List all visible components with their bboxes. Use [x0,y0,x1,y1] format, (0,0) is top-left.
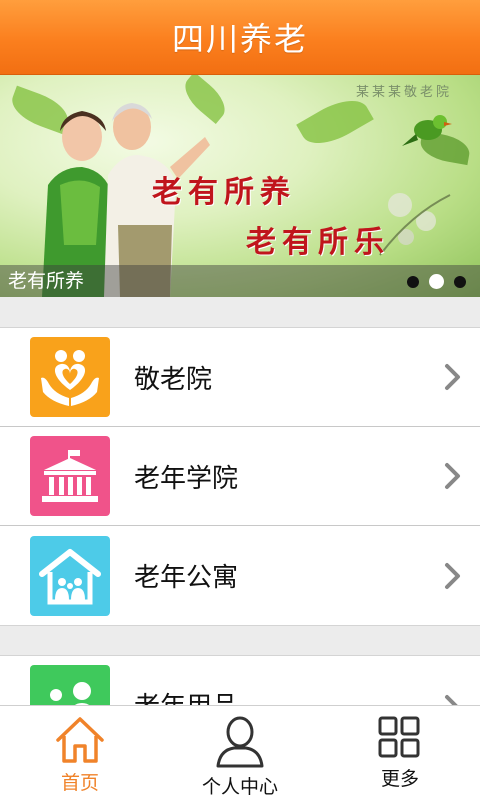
hands-heart-icon [30,337,110,417]
user-icon [216,716,264,768]
chevron-right-icon [445,562,460,589]
menu-item-label: 老年公寓 [134,563,239,593]
carousel-dot-active[interactable] [429,274,444,289]
carousel-dot[interactable] [407,275,419,288]
carousel-indicator [407,274,466,289]
tab-label: 个人中心 [201,776,278,798]
menu-item-label: 老年学院 [134,463,239,494]
menu-item-elder-academy[interactable]: 老年学院 [0,427,480,526]
bottom-tab-bar: 首页 个人中心 更多 [0,705,480,800]
menu-item-label: 敬老院 [134,364,213,395]
page-title: 四川养老 [171,20,308,58]
tab-home[interactable]: 首页 [0,706,160,800]
bird-image [402,115,452,146]
banner-caption: 老有所养 [8,270,85,292]
menu-item-elder-apartment[interactable]: 老年公寓 [0,526,480,625]
menu-group-1: 敬老院 老年学院 老年公寓 [0,327,480,626]
tab-label: 首页 [60,772,99,794]
home-icon [56,717,104,763]
banner-slogan-2: 老有所乐 [246,225,390,260]
banner-carousel[interactable]: 某某某敬老院 老有所养 老有所乐 老有所养 [0,75,480,297]
banner-watermark: 某某某敬老院 [355,85,452,100]
banner-slogan-1: 老有所养 [152,175,296,210]
chevron-right-icon [445,463,460,489]
academy-building-icon [30,436,110,516]
menu-item-nursing-home[interactable]: 敬老院 [0,328,480,427]
carousel-dot[interactable] [454,275,466,288]
app-header: 四川养老 [0,0,480,75]
chevron-right-icon [445,364,460,390]
tab-more[interactable]: 更多 [320,706,480,800]
tab-label: 更多 [380,768,419,790]
grid-icon [378,716,420,758]
tab-profile[interactable]: 个人中心 [160,706,320,800]
apartment-house-icon [30,535,110,616]
